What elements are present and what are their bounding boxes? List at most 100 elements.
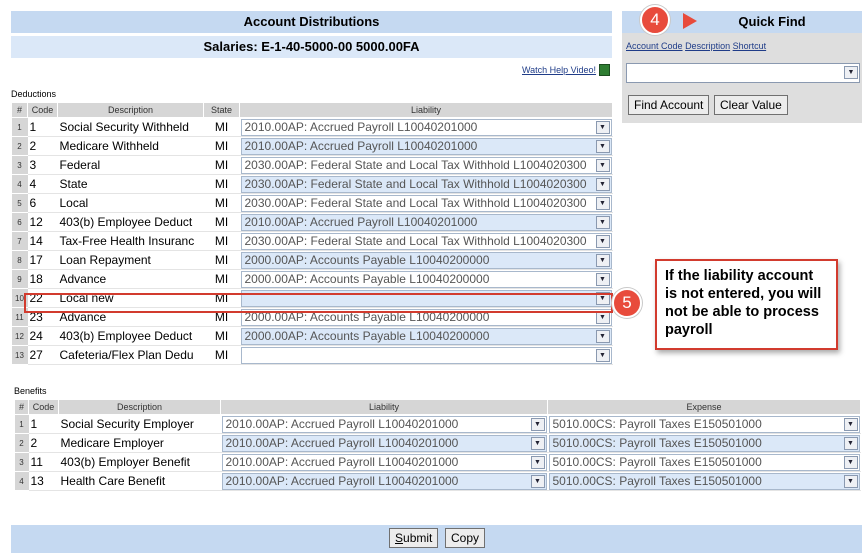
chevron-down-icon[interactable]: ▼	[595, 234, 610, 248]
liability-select-value: 2010.00AP: Accrued Payroll L10040201000	[225, 454, 459, 469]
code-cell: 6	[27, 193, 58, 213]
chevron-down-icon[interactable]: ▼	[843, 417, 858, 431]
expense-select[interactable]: 5010.00CS: Payroll Taxes E150501000 ▼	[548, 415, 860, 433]
liability-select[interactable]: 2030.00AP: Federal State and Local Tax W…	[240, 232, 612, 250]
col-header-liability: Liability	[220, 399, 548, 415]
description-cell: State	[57, 174, 204, 194]
chevron-down-icon[interactable]: ▼	[595, 177, 610, 191]
liability-cell: 2010.00AP: Accrued Payroll L10040201000 ▼	[239, 117, 613, 137]
liability-select-value: 2030.00AP: Federal State and Local Tax W…	[244, 157, 587, 172]
state-cell: MI	[203, 269, 240, 289]
chevron-down-icon[interactable]: ▼	[595, 120, 610, 134]
liability-select[interactable]: 2000.00AP: Accounts Payable L10040200000…	[240, 270, 612, 288]
description-cell: Loan Repayment	[57, 250, 204, 270]
chevron-down-icon[interactable]: ▼	[843, 455, 858, 469]
chevron-down-icon[interactable]: ▼	[595, 215, 610, 229]
liability-select[interactable]: ▼	[240, 289, 612, 307]
description-cell: 403(b) Employee Deduct	[57, 326, 204, 346]
liability-select[interactable]: 2010.00AP: Accrued Payroll L10040201000 ▼	[240, 137, 612, 155]
chevron-down-icon[interactable]: ▼	[844, 66, 858, 79]
expense-cell: 5010.00CS: Payroll Taxes E150501000 ▼	[547, 471, 861, 491]
expense-select[interactable]: 5010.00CS: Payroll Taxes E150501000 ▼	[548, 453, 860, 471]
deductions-header-row: # Code Description State Liability	[11, 102, 613, 118]
chevron-down-icon[interactable]: ▼	[595, 253, 610, 267]
benefits-header-row: # Code Description Liability Expense	[14, 399, 861, 415]
liability-select-value: 2010.00AP: Accrued Payroll L10040201000	[244, 214, 478, 229]
chevron-down-icon[interactable]: ▼	[595, 291, 610, 305]
chevron-down-icon[interactable]: ▼	[595, 272, 610, 286]
chevron-down-icon[interactable]: ▼	[595, 158, 610, 172]
row-number: 7	[11, 231, 28, 251]
table-row: 10 22 Local new MI ▼	[11, 288, 613, 308]
liability-select[interactable]: 2030.00AP: Federal State and Local Tax W…	[240, 156, 612, 174]
quick-find-select[interactable]: ▼	[626, 63, 860, 83]
liability-cell: 2010.00AP: Accrued Payroll L10040201000 ▼	[220, 471, 548, 491]
liability-select[interactable]: 2010.00AP: Accrued Payroll L10040201000 ▼	[240, 118, 612, 136]
shortcut-link[interactable]: Shortcut	[733, 41, 767, 51]
state-cell: MI	[203, 231, 240, 251]
table-row: 2 2 Medicare Employer 2010.00AP: Accrued Pa…	[14, 433, 861, 453]
table-row: 8 17 Loan Repayment MI 2000.00AP: Accounts P…	[11, 250, 613, 270]
chevron-down-icon[interactable]: ▼	[530, 455, 545, 469]
film-icon[interactable]	[599, 64, 610, 76]
row-number: 4	[11, 174, 28, 194]
submit-button[interactable]: Submit	[389, 528, 439, 548]
state-cell: MI	[203, 136, 240, 156]
description-link[interactable]: Description	[685, 41, 730, 51]
table-row: 6 12 403(b) Employee Deduct MI 2010.00AP: Ac…	[11, 212, 613, 232]
liability-cell: 2010.00AP: Accrued Payroll L10040201000 ▼	[220, 414, 548, 434]
liability-select[interactable]: 2030.00AP: Federal State and Local Tax W…	[240, 194, 612, 212]
col-header-description: Description	[58, 399, 221, 415]
expense-select-value: 5010.00CS: Payroll Taxes E150501000	[552, 454, 762, 469]
liability-select[interactable]: 2000.00AP: Accounts Payable L10040200000…	[240, 308, 612, 326]
row-number: 2	[14, 433, 29, 453]
code-cell: 14	[27, 231, 58, 251]
find-account-button[interactable]: Find Account	[628, 95, 710, 115]
quick-find-links: Account Code Description Shortcut	[626, 41, 766, 51]
code-cell: 23	[27, 307, 58, 327]
liability-cell: 2010.00AP: Accrued Payroll L10040201000 ▼	[239, 136, 613, 156]
expense-select-value: 5010.00CS: Payroll Taxes E150501000	[552, 435, 762, 450]
liability-cell: ▼	[239, 288, 613, 308]
state-cell: MI	[203, 288, 240, 308]
code-cell: 1	[28, 414, 59, 434]
liability-select[interactable]: 2010.00AP: Accrued Payroll L10040201000 ▼	[221, 434, 547, 452]
col-header-liability: Liability	[239, 102, 613, 118]
chevron-down-icon[interactable]: ▼	[843, 474, 858, 488]
liability-select[interactable]: 2010.00AP: Accrued Payroll L10040201000 ▼	[240, 213, 612, 231]
expense-select-value: 5010.00CS: Payroll Taxes E150501000	[552, 473, 762, 488]
table-row: 4 4 State MI 2030.00AP: Federal State and Lo…	[11, 174, 613, 194]
table-row: 11 23 Advance MI 2000.00AP: Accounts Payable…	[11, 307, 613, 327]
liability-select[interactable]: 2030.00AP: Federal State and Local Tax W…	[240, 175, 612, 193]
help-video-link[interactable]: Watch Help Video!	[522, 65, 596, 75]
clear-value-button[interactable]: Clear Value	[714, 95, 788, 115]
chevron-down-icon[interactable]: ▼	[595, 310, 610, 324]
liability-cell: 2010.00AP: Accrued Payroll L10040201000 ▼	[220, 452, 548, 472]
liability-select[interactable]: 2000.00AP: Accounts Payable L10040200000…	[240, 251, 612, 269]
state-cell: MI	[203, 250, 240, 270]
expense-cell: 5010.00CS: Payroll Taxes E150501000 ▼	[547, 433, 861, 453]
description-cell: Medicare Employer	[58, 433, 221, 453]
liability-select[interactable]: 2010.00AP: Accrued Payroll L10040201000 ▼	[221, 453, 547, 471]
liability-select[interactable]: 2010.00AP: Accrued Payroll L10040201000 ▼	[221, 472, 547, 490]
state-cell: MI	[203, 117, 240, 137]
expense-select[interactable]: 5010.00CS: Payroll Taxes E150501000 ▼	[548, 434, 860, 452]
chevron-down-icon[interactable]: ▼	[530, 436, 545, 450]
chevron-down-icon[interactable]: ▼	[595, 196, 610, 210]
liability-select-value: 2030.00AP: Federal State and Local Tax W…	[244, 176, 587, 191]
chevron-down-icon[interactable]: ▼	[595, 348, 610, 362]
chevron-down-icon[interactable]: ▼	[843, 436, 858, 450]
col-header-code: Code	[27, 102, 58, 118]
liability-select[interactable]: 2000.00AP: Accounts Payable L10040200000…	[240, 327, 612, 345]
liability-select[interactable]: 2010.00AP: Accrued Payroll L10040201000 ▼	[221, 415, 547, 433]
chevron-down-icon[interactable]: ▼	[595, 139, 610, 153]
account-code-link[interactable]: Account Code	[626, 41, 683, 51]
chevron-down-icon[interactable]: ▼	[595, 329, 610, 343]
copy-button[interactable]: Copy	[445, 528, 486, 548]
liability-select[interactable]: ▼	[240, 346, 612, 364]
expense-select[interactable]: 5010.00CS: Payroll Taxes E150501000 ▼	[548, 472, 860, 490]
row-number: 5	[11, 193, 28, 213]
chevron-down-icon[interactable]: ▼	[530, 474, 545, 488]
footer-bar: Submit Copy	[11, 525, 862, 553]
chevron-down-icon[interactable]: ▼	[530, 417, 545, 431]
